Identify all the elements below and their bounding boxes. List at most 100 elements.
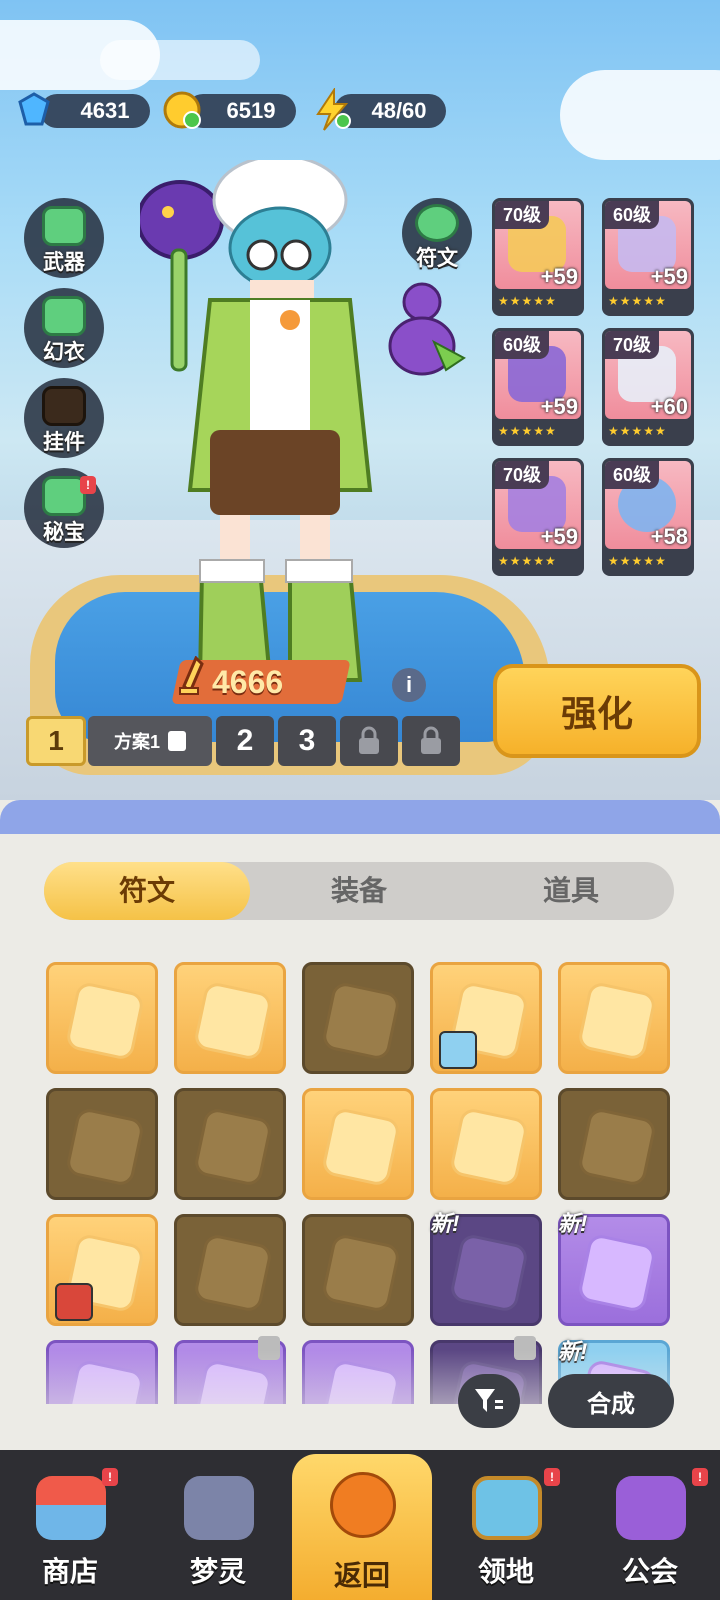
edit-icon <box>168 731 186 751</box>
rune-slot[interactable] <box>46 1088 158 1200</box>
star-rating: ★★★★★ <box>608 294 667 308</box>
lock-icon <box>359 726 379 754</box>
equipment-bonus: +59 <box>540 394 578 419</box>
star-rating: ★★★★★ <box>608 554 667 568</box>
nav-back[interactable]: 返回 <box>292 1454 432 1600</box>
equipment-slot-orb[interactable]: 60级 +58 ★★★★★ <box>602 458 694 576</box>
inventory-tabs: 符文 装备 道具 <box>44 862 674 920</box>
plan-2-button[interactable]: 2 <box>216 716 274 766</box>
red-badge: ! <box>80 476 96 494</box>
rune-label: 符文 <box>416 247 458 270</box>
tab-equipment[interactable]: 装备 <box>256 862 462 920</box>
guild-icon <box>616 1476 686 1540</box>
weapon-button[interactable]: 武器 <box>24 198 104 278</box>
shirt-icon <box>42 296 86 336</box>
lock-icon <box>421 726 441 754</box>
plan-name: 方案1 <box>113 732 160 752</box>
new-badge: 新! <box>430 1211 460 1236</box>
diamond-icon <box>12 88 56 132</box>
equipment-slot-jacket[interactable]: 60级 +59 ★★★★★ <box>602 198 694 316</box>
nav-guild[interactable]: 公会 ! <box>580 1450 720 1600</box>
equipment-bonus: +60 <box>650 394 688 419</box>
rune-button[interactable]: 符文 <box>402 198 472 270</box>
rune-slot[interactable] <box>558 962 670 1074</box>
tab-items[interactable]: 道具 <box>468 862 674 920</box>
pendant-button[interactable]: 挂件 <box>24 378 104 458</box>
stamina-count: 48/60 <box>371 98 427 123</box>
pendant-icon <box>42 386 86 426</box>
rune-slot[interactable] <box>430 962 542 1074</box>
rune-slot[interactable] <box>302 962 414 1074</box>
diamond-counter[interactable]: 4631 <box>40 94 150 128</box>
plan-5-locked[interactable] <box>402 716 460 766</box>
plan-1-number: 1 <box>48 725 64 756</box>
equipment-slot-hat[interactable]: 70级 +59 ★★★★★ <box>492 198 584 316</box>
equipment-slot-shorts[interactable]: 70级 +60 ★★★★★ <box>602 328 694 446</box>
red-badge: ! <box>544 1468 560 1486</box>
tab-runes[interactable]: 符文 <box>44 862 250 920</box>
filter-icon <box>475 1389 503 1412</box>
info-icon: i <box>405 672 413 697</box>
plan-3-number: 3 <box>298 724 316 757</box>
equipment-level: 70级 <box>605 331 660 359</box>
rune-slot[interactable] <box>46 962 158 1074</box>
star-rating: ★★★★★ <box>498 424 557 438</box>
nav-back-label: 返回 <box>333 1560 390 1591</box>
equipment-slot-shoes[interactable]: 70级 +59 ★★★★★ <box>492 458 584 576</box>
treasure-button[interactable]: 秘宝 ! <box>24 468 104 548</box>
gold-coin-icon[interactable] <box>160 88 204 132</box>
star-rating: ★★★★★ <box>498 294 557 308</box>
costume-label: 幻衣 <box>43 341 85 364</box>
equipped-avatar-icon <box>439 1031 477 1069</box>
rune-slot[interactable] <box>46 1214 158 1326</box>
info-button[interactable]: i <box>392 668 426 702</box>
equipment-bonus: +59 <box>540 524 578 549</box>
combat-power-value: 4666 <box>212 664 284 700</box>
plan-name-button[interactable]: 方案1 <box>88 716 212 766</box>
character-avatar[interactable] <box>140 160 400 700</box>
equipment-bonus: +59 <box>650 264 688 289</box>
robot-icon <box>184 1476 254 1540</box>
weapon-icon <box>42 206 86 246</box>
plan-4-locked[interactable] <box>340 716 398 766</box>
rune-slot[interactable] <box>174 1088 286 1200</box>
plan-3-button[interactable]: 3 <box>278 716 336 766</box>
nav-dream-spirit[interactable]: 梦灵 <box>148 1450 288 1600</box>
equipment-level: 60级 <box>495 331 550 359</box>
filter-button[interactable] <box>458 1374 520 1428</box>
rune-slot[interactable] <box>430 1088 542 1200</box>
combine-label: 合成 <box>587 1390 635 1418</box>
rune-slot[interactable] <box>174 962 286 1074</box>
rune-slot[interactable] <box>558 1088 670 1200</box>
strengthen-button[interactable]: 强化 <box>493 664 701 758</box>
combine-button[interactable]: 合成 <box>548 1374 674 1428</box>
plan-2-number: 2 <box>236 724 254 757</box>
equipment-slot-bracelet[interactable]: 60级 +59 ★★★★★ <box>492 328 584 446</box>
red-badge: ! <box>692 1468 708 1486</box>
rune-slot[interactable] <box>302 1088 414 1200</box>
sword-icon <box>176 655 216 711</box>
treasure-label: 秘宝 <box>43 521 85 544</box>
costume-button[interactable]: 幻衣 <box>24 288 104 368</box>
rune-slot[interactable] <box>302 1214 414 1326</box>
equipped-avatar-icon <box>55 1283 93 1321</box>
equipment-level: 70级 <box>495 461 550 489</box>
equipment-bonus: +58 <box>650 524 688 549</box>
pendant-label: 挂件 <box>43 431 85 454</box>
nav-territory[interactable]: 领地 ! <box>436 1450 576 1600</box>
nav-shop[interactable]: 商店 ! <box>0 1450 140 1600</box>
equipment-level: 60级 <box>605 201 660 229</box>
plan-1-button[interactable]: 1 <box>26 716 86 766</box>
cloud <box>100 40 260 80</box>
nav-guild-label: 公会 <box>621 1556 678 1587</box>
nav-shop-label: 商店 <box>41 1556 98 1587</box>
lightning-icon[interactable] <box>310 86 354 132</box>
star-rating: ★★★★★ <box>498 554 557 568</box>
rune-icon <box>415 204 459 242</box>
new-badge: 新! <box>558 1211 588 1236</box>
nav-territory-label: 领地 <box>477 1556 534 1587</box>
weapon-label: 武器 <box>43 251 85 274</box>
star-rating: ★★★★★ <box>608 424 667 438</box>
rune-slot[interactable] <box>174 1214 286 1326</box>
gold-count: 6519 <box>226 98 276 123</box>
